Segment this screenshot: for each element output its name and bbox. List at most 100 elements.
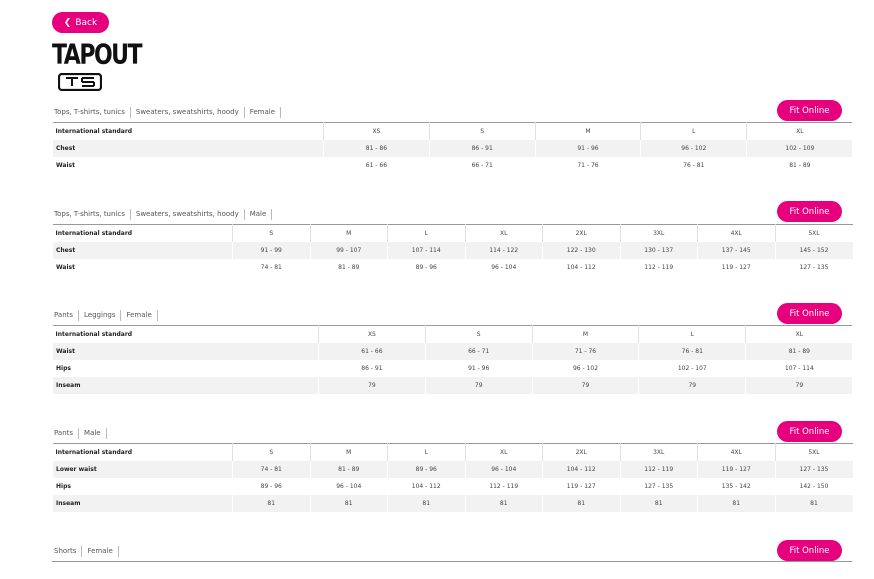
category-row: Tops, T-shirts, tunicsSweaters, sweatshi…: [52, 101, 852, 118]
fit-online-button[interactable]: Fit Online: [777, 303, 842, 324]
size-header-cell: 2XL: [543, 225, 621, 243]
size-value-cell: 104 - 112: [388, 478, 466, 495]
fit-online-button[interactable]: Fit Online: [777, 421, 842, 442]
size-value-cell: 91 - 96: [535, 140, 641, 157]
size-section: PantsLeggingsFemale Fit Online Internation…: [52, 304, 852, 394]
category-label: Tops, T-shirts, tunics: [52, 107, 131, 118]
size-header-cell: XL: [465, 225, 543, 243]
table-row: Waist74 - 8181 - 8989 - 9696 - 104104 - …: [53, 259, 853, 276]
size-value-cell: 130 - 137: [620, 242, 698, 259]
size-value-cell: 114 - 122: [465, 242, 543, 259]
size-value-cell: 76 - 81: [639, 343, 746, 360]
category-breadcrumb: ShortsFemale: [52, 546, 119, 557]
table-row: Hips86 - 9191 - 9696 - 102102 - 107107 -…: [53, 360, 853, 377]
category-label: Sweaters, sweatshirts, hoody: [131, 107, 245, 118]
size-header-cell: M: [535, 123, 641, 141]
size-header-cell: L: [388, 225, 466, 243]
size-value-cell: 81: [465, 495, 543, 512]
size-value-cell: 137 - 145: [698, 242, 776, 259]
size-value-cell: 96 - 102: [532, 360, 639, 377]
size-value-cell: 96 - 102: [641, 140, 747, 157]
size-value-cell: 89 - 96: [388, 461, 466, 478]
size-value-cell: 79: [425, 377, 532, 394]
category-label: Male: [79, 428, 107, 439]
row-label: International standard: [53, 444, 233, 462]
size-value-cell: 81: [310, 495, 388, 512]
size-value-cell: 145 - 152: [775, 242, 853, 259]
category-label: Female: [82, 546, 118, 557]
size-value-cell: 104 - 112: [543, 461, 621, 478]
size-value-cell: 96 - 104: [465, 461, 543, 478]
fit-online-button[interactable]: Fit Online: [777, 201, 842, 222]
size-header-cell: M: [532, 326, 639, 344]
category-breadcrumb: PantsMale: [52, 428, 107, 439]
table-header-row: International standardXSSMLXL: [53, 326, 853, 344]
row-label: Inseam: [53, 495, 233, 512]
size-value-cell: 127 - 135: [775, 461, 853, 478]
size-value-cell: 76 - 81: [641, 157, 747, 174]
category-breadcrumb: PantsLeggingsFemale: [52, 310, 158, 321]
tapout-logo: TAPOUT: [52, 42, 124, 96]
size-value-cell: 119 - 127: [698, 259, 776, 276]
size-table: [52, 561, 852, 579]
table-header-row: International standardSMLXL2XL3XL4XL5XL: [53, 225, 853, 243]
size-header-cell: S: [429, 123, 535, 141]
size-value-cell: 66 - 71: [425, 343, 532, 360]
size-value-cell: 102 - 109: [747, 140, 853, 157]
size-value-cell: 81: [233, 495, 311, 512]
size-header-cell: 4XL: [698, 444, 776, 462]
row-label: Chest: [53, 140, 324, 157]
size-value-cell: 89 - 96: [233, 478, 311, 495]
row-label: Inseam: [53, 377, 319, 394]
back-button[interactable]: ❮ Back: [52, 12, 109, 33]
size-header-cell: XS: [324, 123, 430, 141]
size-value-cell: 91 - 96: [425, 360, 532, 377]
size-value-cell: 86 - 91: [319, 360, 426, 377]
size-header-cell: XL: [465, 444, 543, 462]
size-header-cell: XS: [319, 326, 426, 344]
chevron-left-icon: ❮: [64, 18, 72, 28]
size-value-cell: 79: [319, 377, 426, 394]
size-table: International standardSMLXL2XL3XL4XL5XLC…: [52, 224, 853, 276]
size-header-cell: 2XL: [543, 444, 621, 462]
category-row: PantsLeggingsFemale: [52, 304, 852, 321]
table-row: Waist61 - 6666 - 7171 - 7676 - 8181 - 89: [53, 157, 853, 174]
size-header-cell: S: [233, 444, 311, 462]
size-value-cell: 89 - 96: [388, 259, 466, 276]
size-value-cell: 81: [620, 495, 698, 512]
table-cell: [52, 562, 852, 579]
size-value-cell: 102 - 107: [639, 360, 746, 377]
category-label: Female: [121, 310, 157, 321]
row-label: Waist: [53, 259, 233, 276]
size-value-cell: 112 - 119: [620, 259, 698, 276]
size-value-cell: 81 - 89: [747, 157, 853, 174]
row-label: Waist: [53, 343, 319, 360]
category-label: Pants: [52, 310, 79, 321]
table-row: Chest81 - 8686 - 9191 - 9696 - 102102 - …: [53, 140, 853, 157]
size-header-cell: 5XL: [775, 444, 853, 462]
size-header-cell: XL: [747, 123, 853, 141]
size-header-cell: 3XL: [620, 444, 698, 462]
size-value-cell: 119 - 127: [698, 461, 776, 478]
size-value-cell: 122 - 130: [543, 242, 621, 259]
category-row: PantsMale: [52, 422, 852, 439]
size-value-cell: 96 - 104: [465, 259, 543, 276]
table-row: [52, 562, 852, 579]
size-value-cell: 99 - 107: [310, 242, 388, 259]
size-table: International standardXSSMLXLChest81 - 8…: [52, 122, 852, 174]
row-label: International standard: [53, 225, 233, 243]
size-value-cell: 81 - 89: [746, 343, 853, 360]
category-breadcrumb: Tops, T-shirts, tunicsSweaters, sweatshi…: [52, 107, 281, 118]
table-row: Chest91 - 9999 - 107107 - 114114 - 12212…: [53, 242, 853, 259]
fit-online-button[interactable]: Fit Online: [777, 100, 842, 121]
table-row: Lower waist74 - 8181 - 8989 - 9696 - 104…: [53, 461, 853, 478]
row-label: Hips: [53, 360, 319, 377]
table-row: Inseam8181818181818181: [53, 495, 853, 512]
fit-online-button[interactable]: Fit Online: [777, 540, 842, 561]
category-label: Sweaters, sweatshirts, hoody: [131, 209, 245, 220]
category-breadcrumb: Tops, T-shirts, tunicsSweaters, sweatshi…: [52, 209, 272, 220]
size-value-cell: 81: [388, 495, 466, 512]
table-header-row: International standardXSSMLXL: [53, 123, 853, 141]
size-value-cell: 81 - 89: [310, 259, 388, 276]
category-label: Pants: [52, 428, 79, 439]
